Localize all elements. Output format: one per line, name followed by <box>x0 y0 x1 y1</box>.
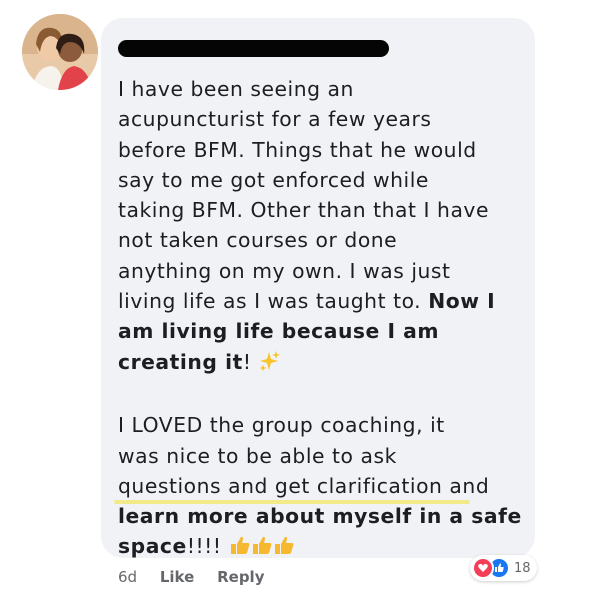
comment-line: space!!!! <box>118 531 528 564</box>
comment-line: not taken courses or done <box>118 228 398 253</box>
heart-reaction-icon <box>472 557 494 579</box>
redacted-author-name <box>118 40 389 57</box>
comment-bubble: I have been seeing an acupuncturist for … <box>101 18 535 558</box>
comment-timestamp[interactable]: 6d <box>118 568 137 586</box>
comment-line: I have been seeing an <box>118 77 354 101</box>
comment-line: was nice to be able to ask <box>118 443 397 468</box>
sparkles-icon <box>259 350 281 380</box>
comment-line: living life as I was taught to. Now I <box>118 286 528 316</box>
comment-bold-segment: creating it <box>118 349 243 374</box>
comment-actions: 6d Like Reply <box>118 568 282 586</box>
comment-line: say to me got enforced while <box>118 167 429 192</box>
reaction-summary[interactable]: 18 <box>470 555 537 581</box>
comment-text-segment: living life as I was taught to. <box>118 289 429 314</box>
reply-button[interactable]: Reply <box>217 568 264 586</box>
comment-bold-segment: space <box>118 534 187 559</box>
comment-text-segment: and <box>442 473 490 498</box>
comment-line: questions and get clarification and <box>118 471 528 501</box>
avatar-photo <box>22 14 98 90</box>
thumbs-up-icon <box>229 534 295 564</box>
comment-thread: I have been seeing an acupuncturist for … <box>0 0 600 593</box>
comment-line: taking BFM. Other than that I have <box>118 198 489 223</box>
comment-line: am living life because I am <box>118 316 528 346</box>
avatar[interactable] <box>22 14 98 90</box>
comment-line: learn more about myself in a safe <box>118 501 528 531</box>
like-button[interactable]: Like <box>160 568 194 586</box>
comment-text-segment: !!!! <box>186 534 229 559</box>
comment-line: creating it! <box>118 347 528 380</box>
comment-line: acupuncturist for a few years <box>118 107 432 132</box>
reaction-count: 18 <box>514 560 531 576</box>
comment-line: I LOVED the group coaching, it <box>118 413 445 438</box>
highlighted-text: questions and get clarification <box>118 473 443 498</box>
comment-bold-segment: Now I <box>428 289 496 314</box>
comment-text-segment: ! <box>242 349 259 374</box>
comment-bold-segment: am living life because I am <box>118 319 440 344</box>
paragraph-break <box>118 380 528 410</box>
comment-bold-segment: learn more about myself in a safe <box>118 504 522 529</box>
comment-line: before BFM. Things that he would <box>118 137 477 162</box>
comment-line: anything on my own. I was just <box>118 258 451 283</box>
comment-text: I have been seeing an acupuncturist for … <box>118 74 528 565</box>
